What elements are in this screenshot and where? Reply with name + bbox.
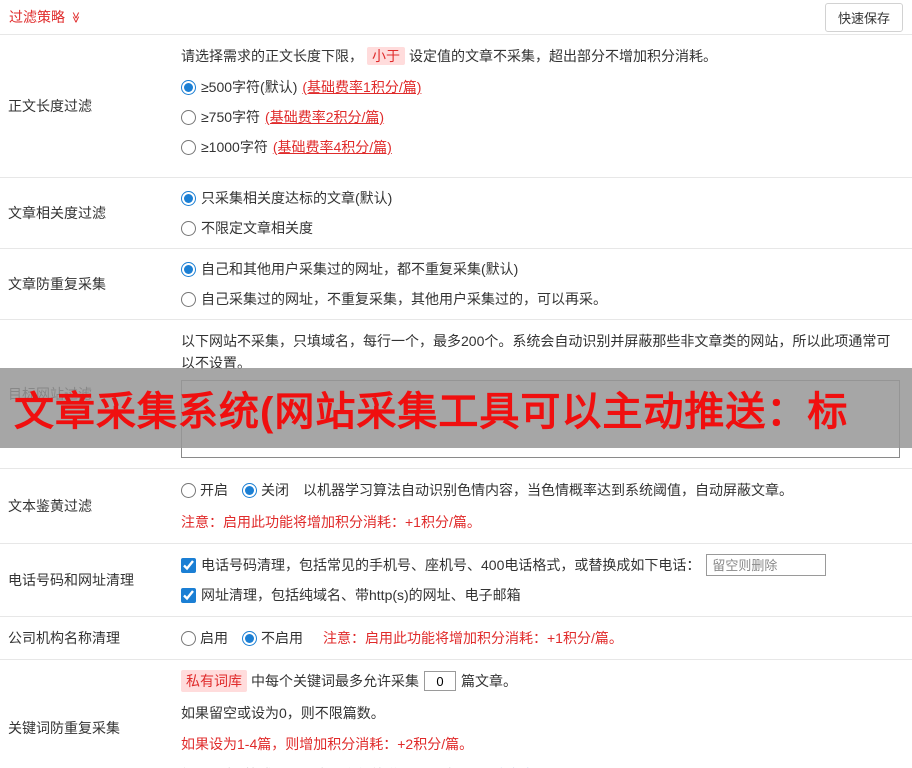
- porn-filter-on-radio[interactable]: [181, 482, 196, 498]
- porn-filter-off-radio[interactable]: [242, 482, 257, 498]
- porn-filter-label: 文本鉴黄过滤: [8, 498, 92, 514]
- option-label: 启用: [200, 630, 228, 646]
- desc-post: 设定值的文章不采集，超出部分不增加积分消耗。: [409, 48, 717, 64]
- option-label: 只采集相关度达标的文章(默认): [201, 190, 393, 206]
- porn-filter-warning: 注意：启用此功能将增加积分消耗：+1积分/篇。: [181, 514, 481, 530]
- keyword-limit-line: 私有词库 中每个关键词最多允许采集 篇文章。: [181, 670, 900, 692]
- porn-filter-desc: 以机器学习算法自动识别色情内容，当色情概率达到系统阈值，自动屏蔽文章。: [303, 482, 793, 498]
- desc-pre: 请选择需求的正文长度下限，: [181, 48, 363, 64]
- dedup-option-global[interactable]: 自己和其他用户采集过的网址，都不重复采集(默认): [181, 259, 900, 279]
- keyword-limit-text: 中每个关键词最多允许采集: [251, 673, 419, 689]
- target-site-content: 以下网站不采集，只填域名，每行一个，最多200个。系统会自动识别并屏蔽那些非文章…: [175, 320, 912, 468]
- porn-filter-content: 开启 关闭 以机器学习算法自动识别色情内容，当色情概率达到系统阈值，自动屏蔽文章…: [175, 469, 912, 543]
- dedup-option-self-radio[interactable]: [181, 291, 196, 307]
- url-clean-checkbox[interactable]: [181, 587, 196, 603]
- company-clean-content: 启用 不启用 注意：启用此功能将增加积分消耗：+1积分/篇。: [175, 617, 912, 659]
- option-label: 不限定文章相关度: [201, 220, 313, 236]
- length-filter-desc: 请选择需求的正文长度下限， 小于 设定值的文章不采集，超出部分不增加积分消耗。: [181, 45, 900, 67]
- phone-clean-checkbox[interactable]: [181, 557, 196, 573]
- relevance-filter-content: 只采集相关度达标的文章(默认) 不限定文章相关度: [175, 178, 912, 248]
- option-label: 自己和其他用户采集过的网址，都不重复采集(默认): [201, 261, 519, 277]
- chevron-down-icon: ≫: [69, 11, 82, 23]
- phone-url-content: 电话号码清理，包括常见的手机号、座机号、400电话格式，或替换成如下电话： 网址…: [175, 544, 912, 616]
- option-note: (基础费率1积分/篇): [302, 79, 422, 95]
- length-filter-label: 正文长度过滤: [8, 98, 92, 114]
- option-label: 开启: [200, 482, 228, 498]
- topbar: 过滤策略 ≫ 快速保存: [0, 0, 912, 35]
- porn-filter-on[interactable]: 开启: [181, 479, 228, 501]
- relevance-option-strict[interactable]: 只采集相关度达标的文章(默认): [181, 188, 900, 208]
- section-dedup: 文章防重复采集 自己和其他用户采集过的网址，都不重复采集(默认) 自己采集过的网…: [0, 249, 912, 320]
- length-option-750-radio[interactable]: [181, 109, 196, 125]
- company-clean-warning: 注意：启用此功能将增加积分消耗：+1积分/篇。: [323, 630, 623, 646]
- relevance-filter-label: 文章相关度过滤: [8, 205, 106, 221]
- company-clean-on[interactable]: 启用: [181, 627, 228, 649]
- length-option-750[interactable]: ≥750字符 (基础费率2积分/篇): [181, 107, 900, 127]
- section-keyword-dedup: 关键词防重复采集 私有词库 中每个关键词最多允许采集 篇文章。 如果留空或设为0…: [0, 660, 912, 768]
- option-label: 不启用: [261, 630, 303, 646]
- section-porn-filter: 文本鉴黄过滤 开启 关闭 以机器学习算法自动识别色情内容，当色情概率达到系统阈值…: [0, 469, 912, 544]
- dedup-option-self[interactable]: 自己采集过的网址，不重复采集，其他用户采集过的，可以再采。: [181, 289, 900, 309]
- url-clean-line: 网址清理，包括纯域名、带http(s)的网址、电子邮箱: [181, 584, 900, 606]
- dedup-label: 文章防重复采集: [8, 276, 106, 292]
- section-target-site: 目标网站过滤 以下网站不采集，只填域名，每行一个，最多200个。系统会自动识别并…: [0, 320, 912, 469]
- company-clean-on-radio[interactable]: [181, 630, 196, 646]
- dedup-option-global-radio[interactable]: [181, 261, 196, 277]
- section-phone-url: 电话号码和网址清理 电话号码清理，包括常见的手机号、座机号、400电话格式，或替…: [0, 544, 912, 617]
- relevance-option-any[interactable]: 不限定文章相关度: [181, 218, 900, 238]
- phone-url-label: 电话号码和网址清理: [8, 572, 134, 588]
- replacement-phone-input[interactable]: [706, 554, 827, 576]
- url-clean-text: 网址清理，包括纯域名、带http(s)的网址、电子邮箱: [201, 587, 521, 603]
- company-clean-off-radio[interactable]: [242, 630, 257, 646]
- dedup-content: 自己和其他用户采集过的网址，都不重复采集(默认) 自己采集过的网址，不重复采集，…: [175, 249, 912, 319]
- length-option-500-radio[interactable]: [181, 79, 196, 95]
- length-filter-content: 请选择需求的正文长度下限， 小于 设定值的文章不采集，超出部分不增加积分消耗。 ≥5…: [175, 35, 912, 177]
- target-site-label: 目标网站过滤: [8, 386, 92, 402]
- section-length-filter: 正文长度过滤 请选择需求的正文长度下限， 小于 设定值的文章不采集，超出部分不增加积…: [0, 35, 912, 178]
- keyword-note-cost: 如果设为1-4篇，则增加积分消耗：+2积分/篇。: [181, 736, 474, 752]
- option-note: (基础费率2积分/篇): [265, 109, 385, 125]
- keyword-note-empty: 如果留空或设为0，则不限篇数。: [181, 705, 385, 721]
- keyword-dedup-label: 关键词防重复采集: [8, 719, 120, 736]
- target-site-desc: 以下网站不采集，只填域名，每行一个，最多200个。系统会自动识别并屏蔽那些非文章…: [181, 333, 891, 371]
- phone-clean-text: 电话号码清理，包括常见的手机号、座机号、400电话格式，或替换成如下电话：: [201, 557, 701, 573]
- porn-filter-off[interactable]: 关闭: [242, 479, 289, 501]
- company-clean-off[interactable]: 不启用: [242, 627, 303, 649]
- blocked-sites-textarea[interactable]: [181, 380, 900, 458]
- option-label: 关闭: [261, 482, 289, 498]
- keyword-limit-input[interactable]: [424, 671, 456, 691]
- page-title-text: 过滤策略: [9, 9, 65, 25]
- section-relevance-filter: 文章相关度过滤 只采集相关度达标的文章(默认) 不限定文章相关度: [0, 178, 912, 249]
- option-label: ≥750字符: [201, 109, 261, 125]
- company-clean-options: 启用 不启用 注意：启用此功能将增加积分消耗：+1积分/篇。: [181, 627, 900, 649]
- option-label: 自己采集过的网址，不重复采集，其他用户采集过的，可以再采。: [201, 291, 607, 307]
- length-option-1000-radio[interactable]: [181, 139, 196, 155]
- relevance-option-any-radio[interactable]: [181, 220, 196, 236]
- quick-save-button[interactable]: 快速保存: [824, 2, 903, 32]
- length-option-500[interactable]: ≥500字符(默认) (基础费率1积分/篇): [181, 77, 900, 97]
- page-title[interactable]: 过滤策略 ≫: [9, 7, 81, 27]
- keyword-limit-unit: 篇文章。: [461, 673, 517, 689]
- keyword-dedup-content: 私有词库 中每个关键词最多允许采集 篇文章。 如果留空或设为0，则不限篇数。 如…: [175, 660, 912, 768]
- private-lexicon-tag: 私有词库: [181, 670, 247, 692]
- phone-clean-line: 电话号码清理，包括常见的手机号、座机号、400电话格式，或替换成如下电话：: [181, 554, 900, 576]
- porn-filter-options: 开启 关闭 以机器学习算法自动识别色情内容，当色情概率达到系统阈值，自动屏蔽文章…: [181, 479, 900, 501]
- option-label: ≥500字符(默认): [201, 79, 298, 95]
- option-note: (基础费率4积分/篇): [272, 139, 392, 155]
- length-option-1000[interactable]: ≥1000字符 (基础费率4积分/篇): [181, 137, 900, 157]
- relevance-option-strict-radio[interactable]: [181, 190, 196, 206]
- less-than-tag: 小于: [367, 47, 405, 65]
- section-company-clean: 公司机构名称清理 启用 不启用 注意：启用此功能将增加积分消耗：+1积分/篇。: [0, 617, 912, 660]
- option-label: ≥1000字符: [201, 139, 268, 155]
- filter-strategy-page: 过滤策略 ≫ 快速保存 正文长度过滤 请选择需求的正文长度下限， 小于 设定值的文章…: [0, 0, 912, 768]
- company-clean-label: 公司机构名称清理: [8, 630, 120, 646]
